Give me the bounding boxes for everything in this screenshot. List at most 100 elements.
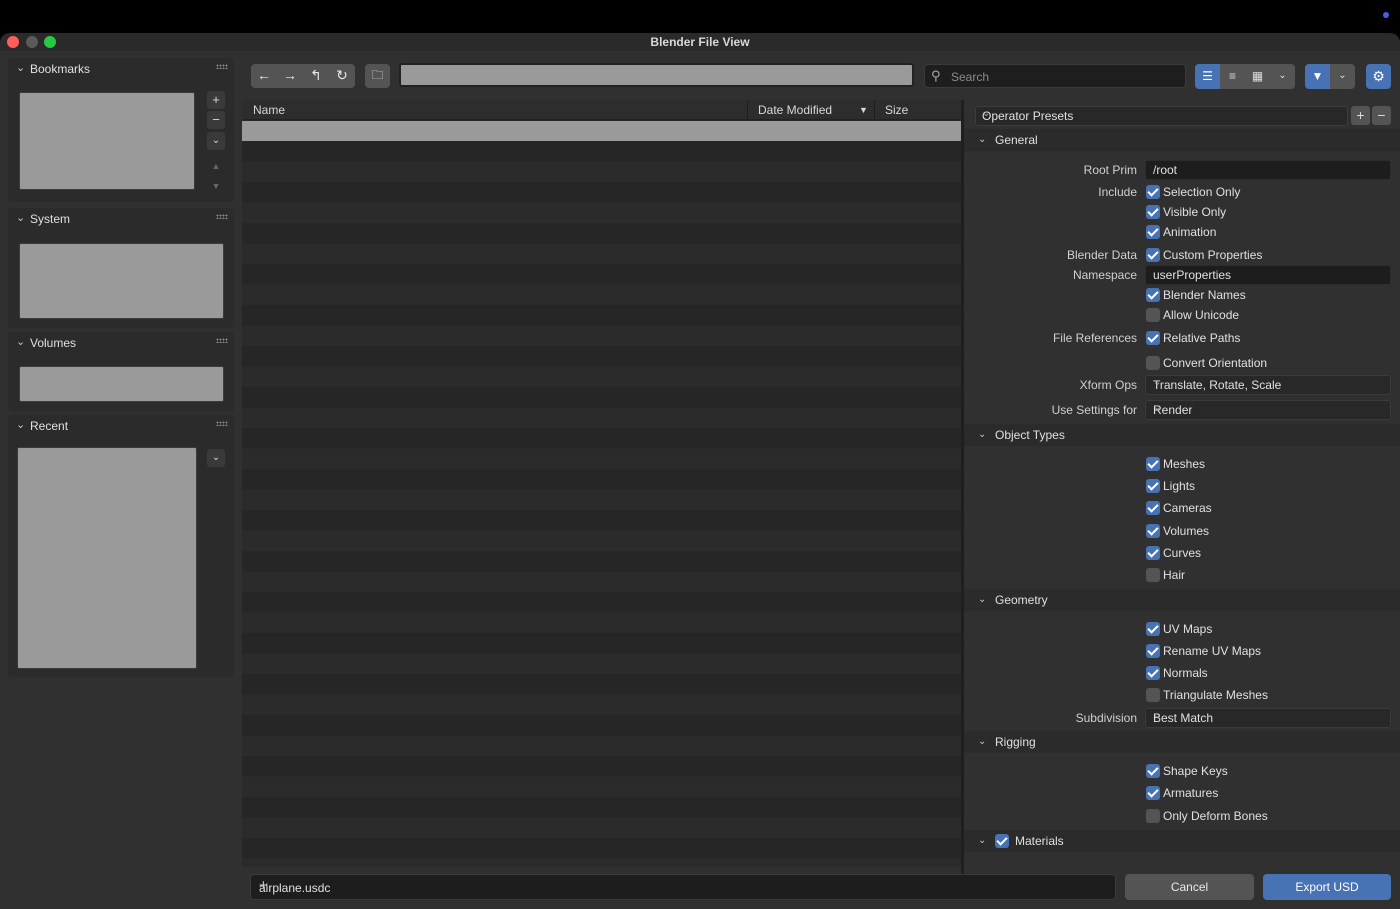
rename-uv-maps-label[interactable]: Rename UV Maps [1163,644,1261,658]
parent-directory-icon[interactable]: ↰ [303,64,329,88]
xform-ops-dropdown[interactable]: Translate, Rotate, Scale ⌄ [1145,375,1391,395]
animation-label[interactable]: Animation [1163,225,1216,239]
drag-handle-icon[interactable] [216,214,228,219]
increment-filename-button[interactable]: + [259,877,1109,894]
column-name[interactable]: Name [253,103,285,117]
export-usd-button[interactable]: Export USD [1263,874,1391,900]
lights-checkbox[interactable] [1146,479,1160,493]
column-divider[interactable] [747,100,748,120]
recent-options-button[interactable]: ⌄ [207,449,225,467]
only-deform-bones-label[interactable]: Only Deform Bones [1163,809,1268,823]
animation-checkbox[interactable] [1146,225,1160,239]
column-size[interactable]: Size [885,103,908,117]
allow-unicode-checkbox[interactable] [1146,308,1160,322]
column-divider[interactable] [874,100,875,120]
column-date-modified[interactable]: Date Modified [758,103,832,117]
cancel-button[interactable]: Cancel [1125,874,1254,900]
hair-label[interactable]: Hair [1163,568,1185,582]
blender-names-checkbox[interactable] [1146,288,1160,302]
shape-keys-checkbox[interactable] [1146,764,1160,778]
hair-checkbox[interactable] [1146,568,1160,582]
settings-gear-icon[interactable]: ⚙ [1366,64,1391,89]
bookmark-options-button[interactable]: ⌄ [207,132,225,150]
triangulate-meshes-label[interactable]: Triangulate Meshes [1163,688,1268,702]
recent-header[interactable]: ⌄ Recent [8,415,234,437]
filename-input[interactable]: airplane.usdc − + [250,874,1116,900]
armatures-checkbox[interactable] [1146,786,1160,800]
forward-arrow-icon[interactable]: → [277,64,303,88]
move-up-button[interactable]: ▲ [207,158,225,176]
visible-only-checkbox[interactable] [1146,205,1160,219]
uv-maps-checkbox[interactable] [1146,622,1160,636]
use-settings-dropdown[interactable]: Render ⌄ [1145,400,1391,420]
close-window-button[interactable] [7,36,19,48]
cameras-checkbox[interactable] [1146,501,1160,515]
blender-names-label[interactable]: Blender Names [1163,288,1246,302]
curves-checkbox[interactable] [1146,546,1160,560]
volumes-list[interactable] [19,366,224,402]
namespace-field[interactable]: userProperties [1145,265,1391,285]
new-folder-icon[interactable]: 🗀 [365,64,390,88]
meshes-checkbox[interactable] [1146,457,1160,471]
section-rigging-header[interactable]: ⌄ Rigging [964,731,1400,753]
minimize-window-button[interactable] [26,36,38,48]
refresh-icon[interactable]: ↻ [329,64,355,88]
materials-checkbox[interactable] [995,834,1009,848]
volumes-header[interactable]: ⌄ Volumes [8,332,234,354]
custom-properties-checkbox[interactable] [1146,248,1160,262]
remove-preset-button[interactable]: − [1372,106,1391,125]
armatures-label[interactable]: Armatures [1163,786,1218,800]
bookmarks-list[interactable] [19,92,195,190]
triangulate-meshes-checkbox[interactable] [1146,688,1160,702]
only-deform-bones-checkbox[interactable] [1146,809,1160,823]
subdivision-dropdown[interactable]: Best Match ⌄ [1145,708,1391,728]
recent-list[interactable] [17,447,197,669]
visible-only-label[interactable]: Visible Only [1163,205,1226,219]
move-down-button[interactable]: ▼ [207,178,225,196]
rename-uv-maps-checkbox[interactable] [1146,644,1160,658]
horizontal-list-view-icon[interactable]: ≡ [1220,64,1245,89]
section-object-types-header[interactable]: ⌄ Object Types [964,424,1400,446]
add-preset-button[interactable]: + [1351,106,1370,125]
section-general-header[interactable]: ⌄ General [964,129,1400,151]
back-arrow-icon[interactable]: ← [251,64,277,88]
uv-maps-label[interactable]: UV Maps [1163,622,1212,636]
allow-unicode-label[interactable]: Allow Unicode [1163,308,1239,322]
volumes-checkbox[interactable] [1146,524,1160,538]
normals-label[interactable]: Normals [1163,666,1208,680]
bookmarks-header[interactable]: ⌄ Bookmarks [8,58,234,80]
add-bookmark-button[interactable]: + [207,91,225,109]
filter-icon[interactable]: ▼ [1305,64,1330,89]
file-list[interactable]: Name Date Modified ▼ Size [242,100,962,867]
convert-orientation-checkbox[interactable] [1146,356,1160,370]
curves-label[interactable]: Curves [1163,546,1201,560]
selected-file-row[interactable] [242,121,962,141]
directory-path-field[interactable] [399,63,914,87]
section-materials-header[interactable]: ⌄ Materials [964,830,1400,852]
drag-handle-icon[interactable] [216,338,228,343]
vertical-list-view-icon[interactable]: ☰ [1195,64,1220,89]
root-prim-field[interactable]: /root [1145,160,1391,180]
selection-only-label[interactable]: Selection Only [1163,185,1240,199]
drag-handle-icon[interactable] [216,64,228,69]
view-options-dropdown-icon[interactable]: ⌄ [1270,64,1295,89]
operator-presets-dropdown[interactable]: Operator Presets ⌄ [975,106,1348,126]
lights-label[interactable]: Lights [1163,479,1195,493]
thumbnail-view-icon[interactable]: ▦ [1245,64,1270,89]
meshes-label[interactable]: Meshes [1163,457,1205,471]
filter-options-dropdown-icon[interactable]: ⌄ [1330,64,1355,89]
custom-properties-label[interactable]: Custom Properties [1163,248,1262,262]
shape-keys-label[interactable]: Shape Keys [1163,764,1228,778]
selection-only-checkbox[interactable] [1146,185,1160,199]
volumes-label[interactable]: Volumes [1163,524,1209,538]
convert-orientation-label[interactable]: Convert Orientation [1163,356,1267,370]
drag-handle-icon[interactable] [216,421,228,426]
relative-paths-checkbox[interactable] [1146,331,1160,345]
normals-checkbox[interactable] [1146,666,1160,680]
system-list[interactable] [19,243,224,319]
section-geometry-header[interactable]: ⌄ Geometry [964,589,1400,611]
relative-paths-label[interactable]: Relative Paths [1163,331,1240,345]
search-input[interactable]: ⚲ Search [924,64,1186,88]
maximize-window-button[interactable] [44,36,56,48]
system-header[interactable]: ⌄ System [8,208,234,230]
